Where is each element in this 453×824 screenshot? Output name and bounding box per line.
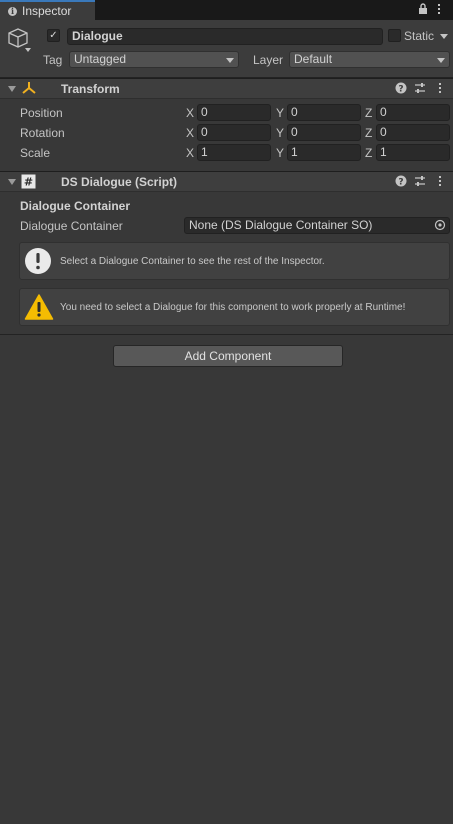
presets-sliders-icon[interactable] bbox=[414, 82, 426, 94]
rotation-z-label[interactable]: Z bbox=[365, 126, 372, 140]
position-y-label[interactable]: Y bbox=[276, 106, 284, 120]
scale-label: Scale bbox=[20, 146, 51, 160]
info-helpbox: Select a Dialogue Container to see the r… bbox=[19, 242, 450, 280]
info-message: Select a Dialogue Container to see the r… bbox=[60, 255, 325, 267]
warning-icon bbox=[24, 294, 54, 320]
help-icon[interactable]: ? bbox=[395, 175, 407, 187]
info-icon bbox=[25, 248, 51, 274]
position-z-label[interactable]: Z bbox=[365, 106, 372, 120]
tag-value: Untagged bbox=[74, 52, 127, 66]
tag-label: Tag bbox=[43, 53, 63, 67]
static-label[interactable]: Static bbox=[404, 29, 434, 43]
rotation-label: Rotation bbox=[20, 126, 65, 140]
position-y-field[interactable]: 0 bbox=[287, 104, 361, 121]
help-icon[interactable]: ? bbox=[395, 82, 407, 94]
tab-label: Inspector bbox=[22, 4, 72, 18]
scale-x-field[interactable]: 1 bbox=[197, 144, 271, 161]
layer-dropdown[interactable]: Default bbox=[289, 51, 450, 68]
tag-dropdown[interactable]: Untagged bbox=[69, 51, 239, 68]
dialogue-container-value: None (DS Dialogue Container SO) bbox=[189, 218, 373, 232]
svg-text:?: ? bbox=[398, 85, 403, 95]
warning-message: You need to select a Dialogue for this c… bbox=[60, 301, 406, 313]
object-picker-icon[interactable] bbox=[434, 219, 446, 231]
transform-menu-icon[interactable] bbox=[439, 83, 442, 95]
dialogue-container-field[interactable]: None (DS Dialogue Container SO) bbox=[184, 217, 450, 234]
tab-inspector[interactable]: i Inspector bbox=[0, 0, 95, 20]
position-label: Position bbox=[20, 106, 63, 120]
layer-value: Default bbox=[294, 52, 333, 66]
scale-y-label[interactable]: Y bbox=[276, 146, 284, 160]
warning-helpbox: You need to select a Dialogue for this c… bbox=[19, 288, 450, 326]
object-name-field[interactable]: Dialogue bbox=[67, 28, 383, 45]
chevron-down-icon bbox=[226, 58, 234, 63]
foldout-arrow-icon[interactable] bbox=[8, 179, 16, 185]
active-checkbox[interactable]: ✓ bbox=[47, 29, 60, 42]
rotation-y-field[interactable]: 0 bbox=[287, 124, 361, 141]
gameobject-cube-icon bbox=[8, 28, 31, 52]
scale-x-label[interactable]: X bbox=[186, 146, 194, 160]
scale-z-label[interactable]: Z bbox=[365, 146, 372, 160]
lock-icon[interactable] bbox=[418, 3, 428, 15]
layer-label: Layer bbox=[253, 53, 284, 67]
static-dropdown-icon[interactable] bbox=[440, 34, 448, 39]
scale-z-field[interactable]: 1 bbox=[376, 144, 450, 161]
svg-text:#: # bbox=[24, 176, 33, 189]
position-x-field[interactable]: 0 bbox=[197, 104, 271, 121]
transform-title: Transform bbox=[61, 82, 120, 96]
rotation-x-label[interactable]: X bbox=[186, 126, 194, 140]
scale-y-field[interactable]: 1 bbox=[287, 144, 361, 161]
script-hash-icon: # bbox=[21, 174, 36, 189]
transform-axes-icon bbox=[22, 82, 36, 94]
static-checkbox[interactable] bbox=[388, 29, 401, 42]
info-icon: i bbox=[8, 6, 17, 16]
position-x-label[interactable]: X bbox=[186, 106, 194, 120]
rotation-z-field[interactable]: 0 bbox=[376, 124, 450, 141]
add-component-button[interactable]: Add Component bbox=[113, 345, 343, 367]
rotation-x-field[interactable]: 0 bbox=[197, 124, 271, 141]
script-title: DS Dialogue (Script) bbox=[61, 175, 178, 189]
presets-sliders-icon[interactable] bbox=[414, 175, 426, 187]
position-z-field[interactable]: 0 bbox=[376, 104, 450, 121]
tab-menu-icon[interactable] bbox=[438, 4, 441, 16]
foldout-arrow-icon[interactable] bbox=[8, 86, 16, 92]
divider bbox=[0, 334, 453, 335]
svg-text:?: ? bbox=[398, 178, 403, 188]
rotation-y-label[interactable]: Y bbox=[276, 126, 284, 140]
dialogue-container-label: Dialogue Container bbox=[20, 219, 123, 233]
script-menu-icon[interactable] bbox=[439, 176, 442, 188]
section-header: Dialogue Container bbox=[20, 199, 131, 213]
chevron-down-icon bbox=[437, 58, 445, 63]
